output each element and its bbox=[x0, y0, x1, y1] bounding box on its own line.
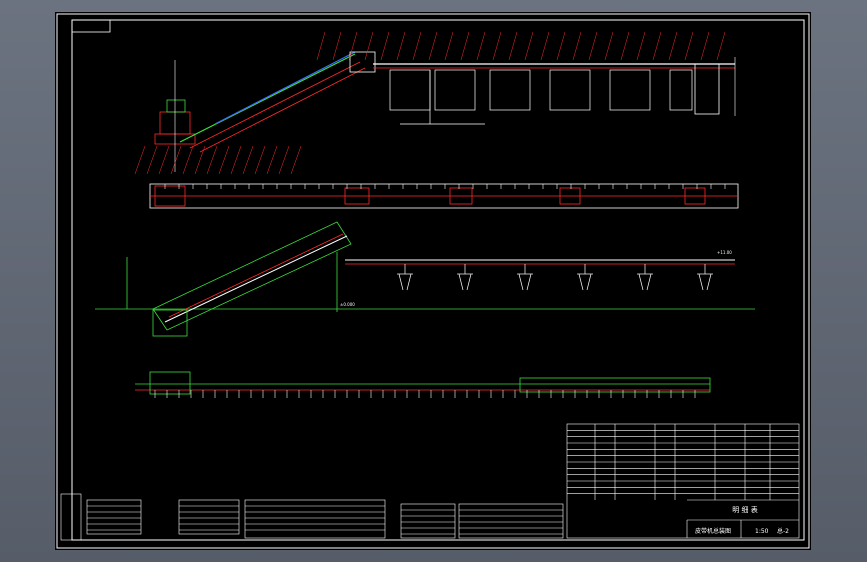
title-label: 皮带机总装图 bbox=[695, 527, 731, 535]
outer-frame bbox=[56, 13, 810, 549]
section-view: ±0.000 +11.00 bbox=[95, 221, 755, 337]
parts-table bbox=[566, 423, 800, 539]
drawing-canvas: ±0.000 +11.00 明 细 表 皮带机总装图 1:50 总-2 bbox=[56, 13, 810, 549]
plan-view bbox=[149, 183, 739, 209]
elevation-view bbox=[154, 51, 736, 172]
note-tables bbox=[60, 493, 564, 541]
cad-viewport[interactable]: ±0.000 +11.00 明 细 表 皮带机总装图 1:50 总-2 bbox=[0, 0, 867, 562]
sheet-code: 总-2 bbox=[777, 527, 789, 535]
scale-label: 1:50 bbox=[755, 528, 769, 535]
lower-plan-view bbox=[135, 371, 711, 398]
drawing-sheet: ±0.000 +11.00 明 细 表 皮带机总装图 1:50 总-2 bbox=[55, 12, 811, 550]
table-heading: 明 细 表 bbox=[732, 505, 757, 514]
level-high-label: +11.00 bbox=[717, 250, 732, 255]
level-low-label: ±0.000 bbox=[340, 302, 355, 307]
corner-label-box bbox=[71, 19, 111, 33]
